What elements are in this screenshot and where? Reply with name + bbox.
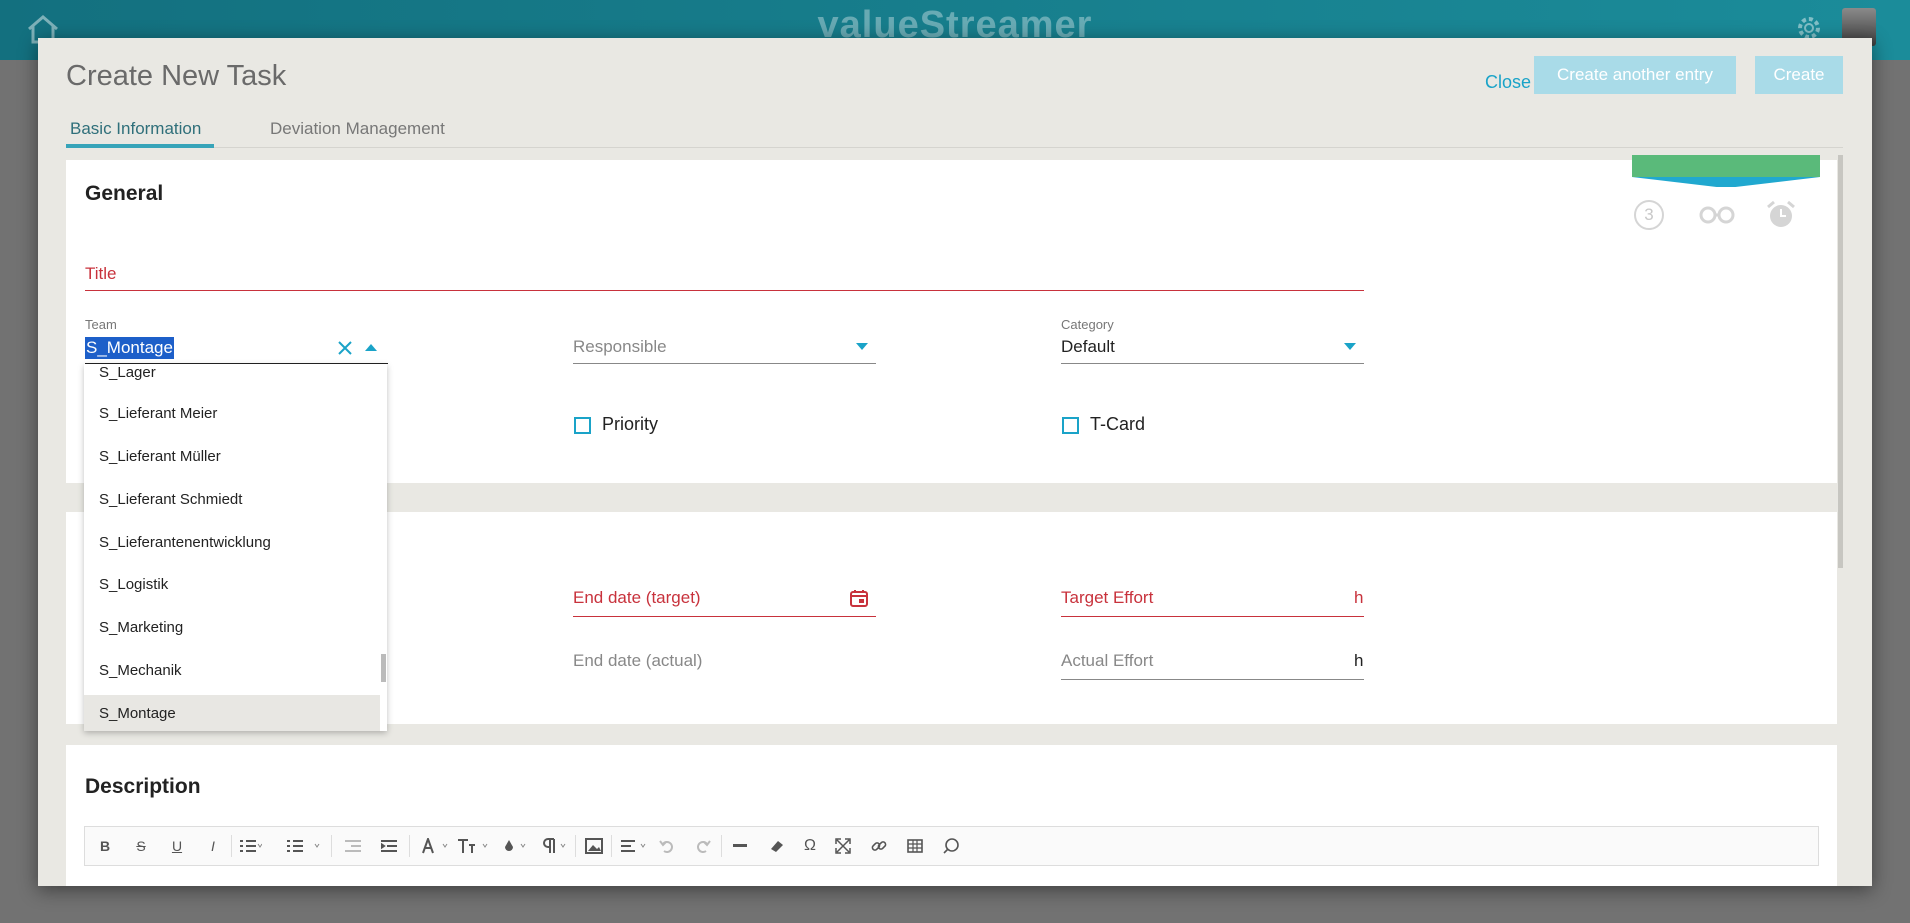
section-title: General <box>85 182 164 205</box>
section-title: Description <box>85 775 201 798</box>
dropdown-option[interactable]: S_Lieferantenentwicklung <box>84 524 380 562</box>
category-select[interactable]: Default <box>1061 337 1115 357</box>
team-dropdown: S_Lager S_Lieferant Meier S_Lieferant Mü… <box>84 364 387 731</box>
close-button[interactable]: Close <box>1473 62 1543 102</box>
responsible-underline <box>573 363 876 364</box>
image-icon[interactable] <box>585 838 603 854</box>
fullscreen-icon[interactable] <box>835 838 851 854</box>
count-badge: 3 <box>1634 200 1664 230</box>
calendar-icon[interactable] <box>850 589 868 607</box>
italic-button[interactable]: I <box>201 827 225 865</box>
dropdown-option[interactable]: S_Lieferant Schmiedt <box>84 481 380 519</box>
highlight-icon[interactable] <box>503 838 533 854</box>
strikethrough-button[interactable]: S <box>129 827 153 865</box>
bold-button[interactable]: B <box>93 827 117 865</box>
create-another-button[interactable]: Create another entry <box>1534 56 1736 94</box>
toolbar-divider <box>231 835 232 857</box>
toolbar-divider <box>721 835 722 857</box>
glasses-icon[interactable] <box>1697 200 1737 230</box>
font-color-icon[interactable] <box>421 838 451 854</box>
outdent-icon[interactable] <box>345 840 361 852</box>
end-date-target-underline <box>573 616 876 617</box>
target-effort-unit: h <box>1354 588 1364 607</box>
caret-down-icon[interactable] <box>1344 343 1356 351</box>
actual-effort-underline <box>1061 679 1364 680</box>
dropdown-option[interactable]: S_Lager <box>84 364 380 392</box>
title-input[interactable]: Title <box>85 264 117 284</box>
editor-toolbar: B S U I Ω <box>84 826 1819 866</box>
create-button[interactable]: Create <box>1755 56 1843 94</box>
tab-basic-information[interactable]: Basic Information <box>66 108 214 148</box>
create-task-dialog: Create New Task Close Create another ent… <box>38 38 1872 886</box>
clear-icon[interactable] <box>337 340 353 356</box>
toolbar-divider <box>331 835 332 857</box>
responsible-select[interactable]: Responsible <box>573 337 667 357</box>
alarm-clock-icon[interactable] <box>1765 200 1797 230</box>
dropdown-scrollbar[interactable] <box>381 654 386 682</box>
end-date-actual-input[interactable]: End date (actual) <box>573 651 702 671</box>
dropdown-option-selected[interactable]: S_Montage <box>84 695 380 731</box>
priority-checkbox[interactable] <box>574 417 591 434</box>
paragraph-icon[interactable] <box>541 838 571 854</box>
toolbar-divider <box>611 835 612 857</box>
indent-icon[interactable] <box>381 840 397 852</box>
text-size-icon[interactable] <box>457 838 491 854</box>
tcard-label: T-Card <box>1090 414 1146 434</box>
team-label: Team <box>85 317 117 332</box>
actual-effort-unit: h <box>1354 651 1364 670</box>
team-input[interactable]: S_Montage <box>85 337 174 359</box>
undo-icon[interactable] <box>659 839 675 853</box>
code-view-icon[interactable] <box>943 838 959 854</box>
actual-effort-input[interactable]: Actual Effort <box>1061 651 1153 671</box>
priority-label: Priority <box>602 414 659 434</box>
tcard-checkbox[interactable] <box>1062 417 1079 434</box>
toolbar-divider <box>409 835 410 857</box>
dropdown-option[interactable]: S_Lieferant Müller <box>84 438 380 476</box>
category-label: Category <box>1061 317 1114 332</box>
dialog-title: Create New Task <box>66 60 287 92</box>
toolbar-divider <box>575 835 576 857</box>
dropdown-option[interactable]: S_Lieferant Meier <box>84 395 380 433</box>
title-underline <box>85 290 1364 291</box>
end-date-target-input[interactable]: End date (target) <box>573 588 701 608</box>
status-ribbon <box>1632 155 1820 177</box>
numbered-list-icon[interactable] <box>287 839 323 853</box>
dropdown-option[interactable]: S_Marketing <box>84 609 380 647</box>
dropdown-option[interactable]: S_Mechanik <box>84 652 380 690</box>
caret-down-icon[interactable] <box>856 343 868 351</box>
caret-up-icon[interactable] <box>365 343 377 351</box>
dropdown-option[interactable]: S_Logistik <box>84 566 380 604</box>
special-character-button[interactable]: Ω <box>797 827 823 865</box>
table-icon[interactable] <box>907 838 923 854</box>
tab-bar: Basic Information Deviation Management <box>66 108 1843 148</box>
dialog-scrollbar[interactable] <box>1838 155 1843 568</box>
underline-button[interactable]: U <box>165 827 189 865</box>
target-effort-underline <box>1061 616 1364 617</box>
target-effort-input[interactable]: Target Effort <box>1061 588 1153 608</box>
category-underline <box>1061 363 1364 364</box>
horizontal-rule-icon[interactable] <box>733 844 747 848</box>
align-icon[interactable] <box>621 840 649 852</box>
redo-icon[interactable] <box>695 839 711 853</box>
link-icon[interactable] <box>871 838 887 854</box>
bullet-list-icon[interactable] <box>240 839 262 853</box>
tab-deviation-management[interactable]: Deviation Management <box>266 108 449 148</box>
eraser-icon[interactable] <box>769 839 785 853</box>
